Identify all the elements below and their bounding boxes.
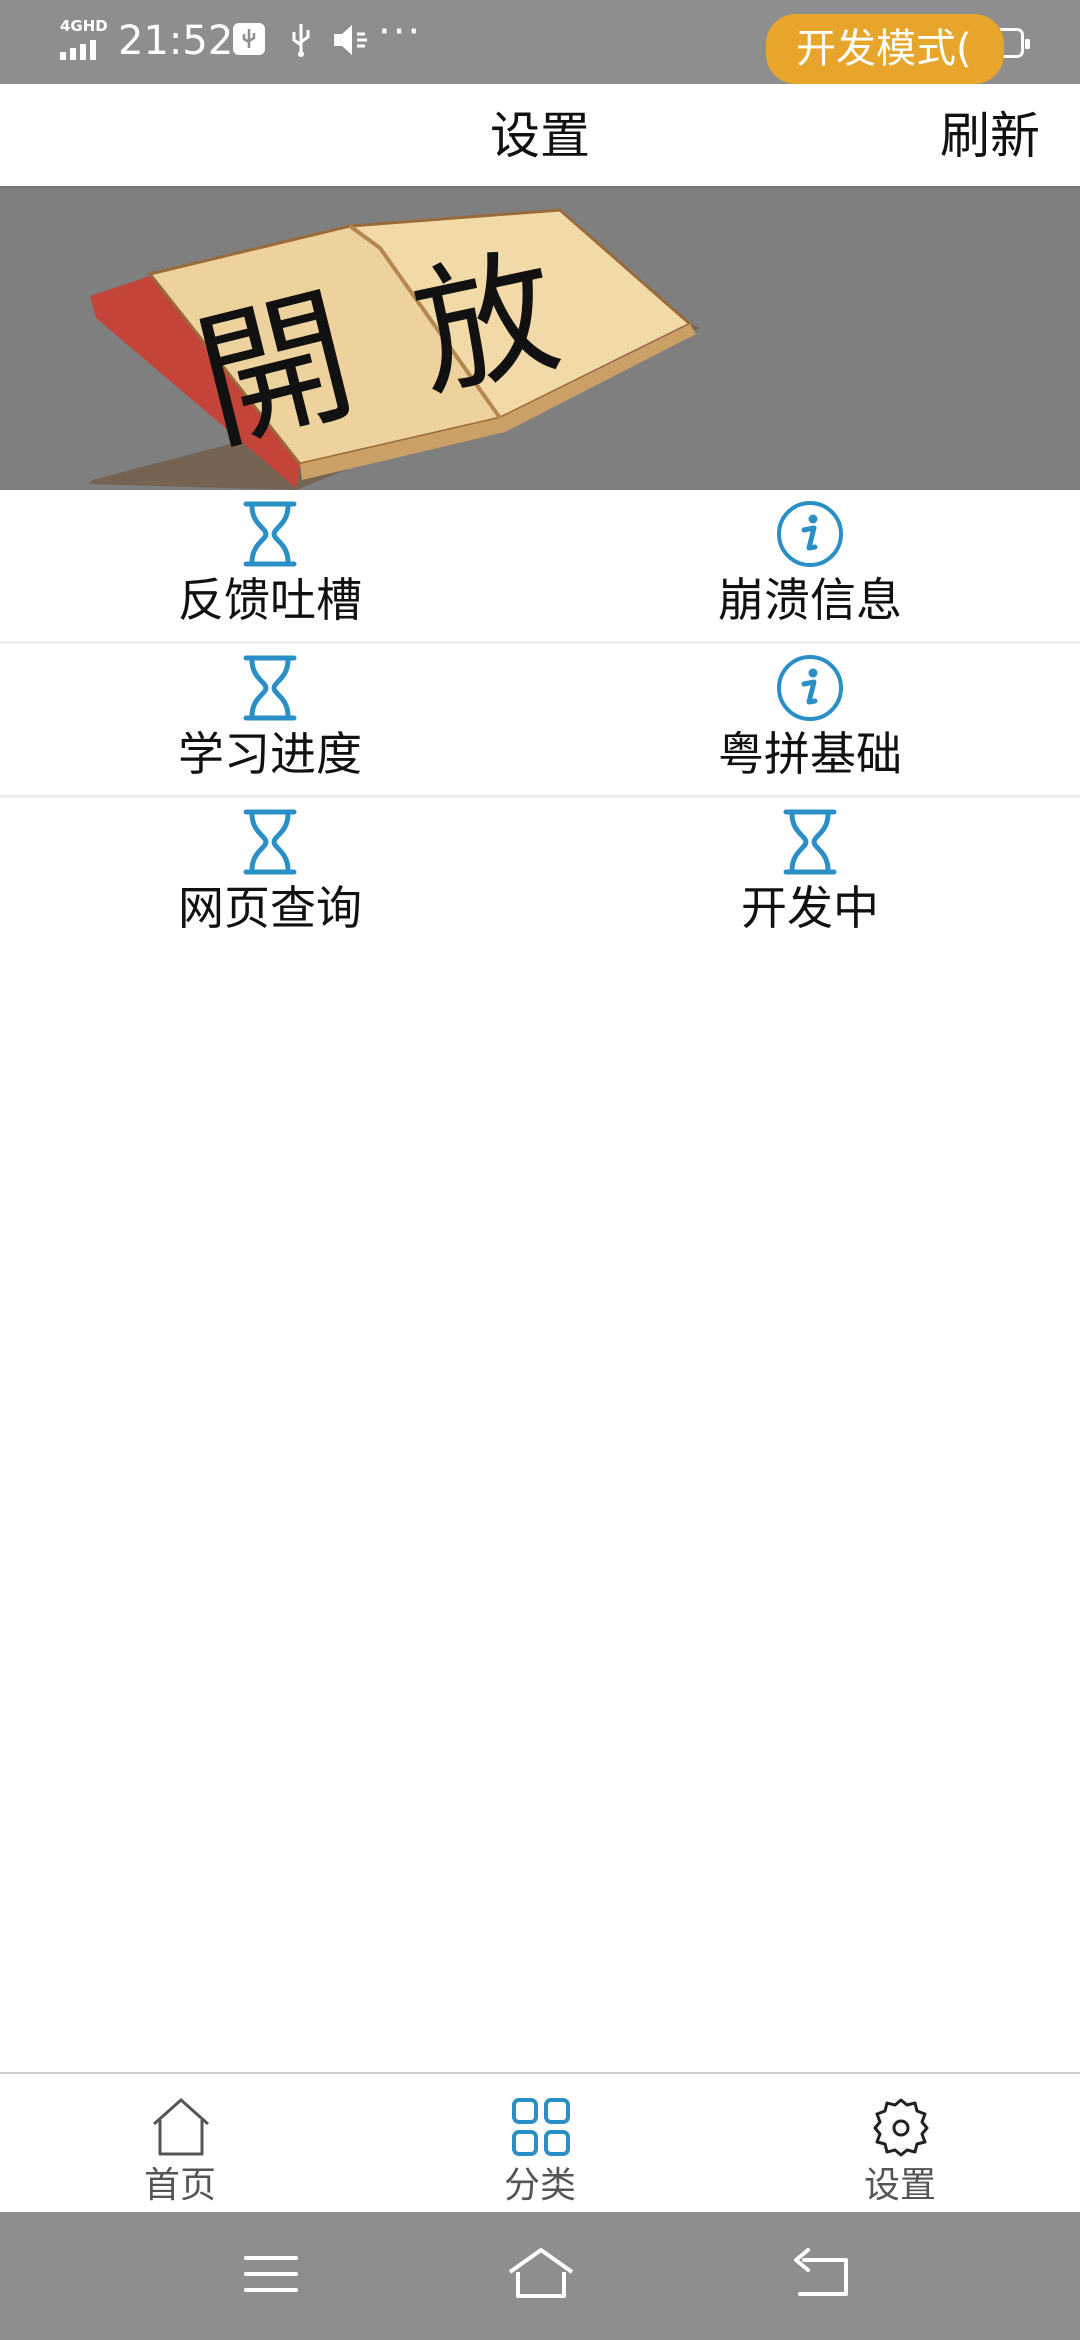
nav-home[interactable]: 首页 xyxy=(0,2074,360,2212)
title-bar: 设置 刷新 xyxy=(0,84,1080,188)
in-development-item[interactable]: 开发中 xyxy=(540,798,1080,952)
nav-category-label: 分类 xyxy=(503,2165,576,2206)
status-time: 21:52 xyxy=(118,18,234,64)
developer-mode-pill[interactable]: 开发模式( xyxy=(766,14,1004,84)
settings-screen: 4GHD 21:52 ··· 开发模式( 设置 刷新 開 放 反馈吐槽 崩溃信息… xyxy=(0,0,1080,2340)
nav-settings[interactable]: 设置 xyxy=(720,2074,1080,2212)
learning-progress-item[interactable]: 学习进度 xyxy=(0,644,540,798)
info-icon xyxy=(777,655,843,721)
grid-row: 网页查询 开发中 xyxy=(0,798,1080,952)
refresh-button[interactable]: 刷新 xyxy=(940,84,1040,188)
web-lookup-label: 网页查询 xyxy=(178,881,362,935)
nav-home-label: 首页 xyxy=(143,2165,216,2206)
jyutping-basics-item[interactable]: 粤拼基础 xyxy=(540,644,1080,798)
usb-icon xyxy=(292,24,310,57)
home-icon[interactable] xyxy=(506,2244,576,2304)
info-icon xyxy=(777,501,843,567)
hourglass-icon xyxy=(243,655,297,721)
system-nav-bar xyxy=(0,2212,1080,2340)
back-icon[interactable] xyxy=(786,2244,856,2304)
nav-settings-label: 设置 xyxy=(863,2165,936,2206)
status-bar: 4GHD 21:52 ··· 开发模式( xyxy=(0,0,1080,84)
learning-progress-label: 学习进度 xyxy=(178,727,362,781)
menu-icon[interactable] xyxy=(236,2244,306,2304)
in-development-label: 开发中 xyxy=(741,881,879,935)
page-title: 设置 xyxy=(490,107,590,165)
crash-info-label: 崩溃信息 xyxy=(718,573,902,627)
hourglass-icon xyxy=(243,809,297,875)
hourglass-icon xyxy=(243,501,297,567)
nav-category[interactable]: 分类 xyxy=(360,2074,720,2212)
grid-row: 反馈吐槽 崩溃信息 xyxy=(0,490,1080,644)
banner-image: 開 放 xyxy=(0,188,1080,490)
feedback-label: 反馈吐槽 xyxy=(178,573,362,627)
grid-row: 学习进度 粤拼基础 xyxy=(0,644,1080,798)
signal-icon: 4GHD xyxy=(60,17,108,60)
network-type: 4GHD xyxy=(60,17,108,35)
mute-icon xyxy=(334,25,367,55)
bottom-nav: 首页 分类 设置 xyxy=(0,2072,1080,2212)
grid-icon xyxy=(512,2098,570,2156)
jyutping-basics-label: 粤拼基础 xyxy=(718,727,902,781)
usb-debug-icon xyxy=(233,23,265,55)
home-icon xyxy=(153,2098,209,2156)
open-book-illustration: 開 放 xyxy=(88,208,700,490)
hourglass-icon xyxy=(783,809,837,875)
more-notifications: ··· xyxy=(378,9,423,55)
crash-info-item[interactable]: 崩溃信息 xyxy=(540,490,1080,644)
gear-icon xyxy=(873,2098,929,2157)
feedback-item[interactable]: 反馈吐槽 xyxy=(0,490,540,644)
web-lookup-item[interactable]: 网页查询 xyxy=(0,798,540,952)
settings-grid: 反馈吐槽 崩溃信息 学习进度 粤拼基础 网页查询 开发中 xyxy=(0,490,1080,952)
